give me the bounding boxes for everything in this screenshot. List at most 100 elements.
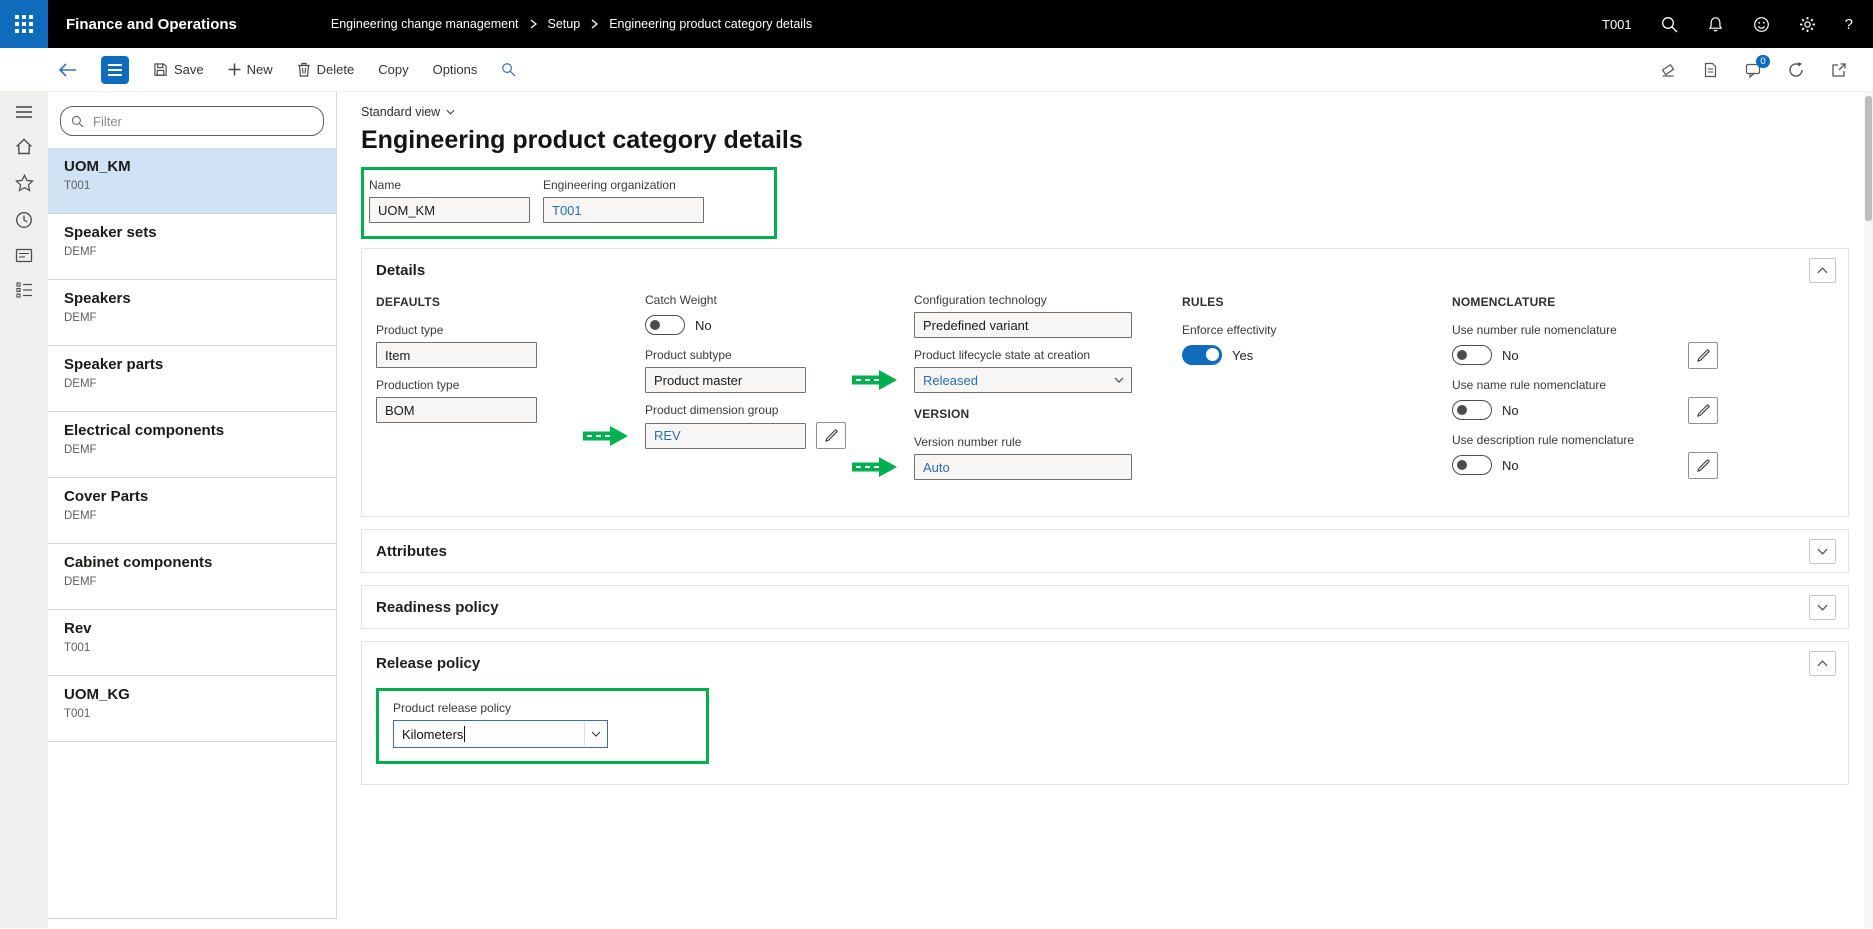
- list-item[interactable]: UOM_KG T001: [48, 676, 336, 742]
- options-button[interactable]: Options: [433, 62, 478, 77]
- notifications-bell-icon[interactable]: [1707, 16, 1724, 33]
- readiness-policy-expand-button[interactable]: [1809, 595, 1836, 620]
- details-collapse-button[interactable]: [1809, 258, 1836, 283]
- category-name: Rev: [64, 620, 320, 637]
- enforce-effectivity-toggle[interactable]: [1182, 345, 1222, 365]
- recent-clock-icon[interactable]: [15, 211, 33, 229]
- filter-box: [60, 106, 324, 136]
- attributes-section: Attributes: [361, 529, 1849, 573]
- breadcrumb-item-page[interactable]: Engineering product category details: [609, 17, 812, 31]
- product-dimension-group-edit-button[interactable]: [816, 422, 846, 449]
- search-icon[interactable]: [1661, 16, 1678, 33]
- new-button[interactable]: New: [228, 62, 273, 77]
- description-rule-edit-button[interactable]: [1688, 452, 1718, 479]
- copy-button[interactable]: Copy: [378, 62, 408, 77]
- enforce-effectivity-value: Yes: [1232, 348, 1253, 363]
- attributes-section-header[interactable]: Attributes: [362, 530, 1848, 572]
- list-item[interactable]: Cabinet components DEMF: [48, 544, 336, 610]
- production-type-field[interactable]: BOM: [376, 397, 537, 423]
- vertical-scrollbar: [1864, 92, 1873, 928]
- product-dimension-group-field[interactable]: REV: [645, 423, 806, 449]
- readiness-policy-section: Readiness policy: [361, 585, 1849, 629]
- list-item[interactable]: Speakers DEMF: [48, 280, 336, 346]
- list-item[interactable]: Electrical components DEMF: [48, 412, 336, 478]
- breadcrumb: Engineering change management Setup Engi…: [331, 17, 812, 31]
- catch-weight-toggle[interactable]: [645, 315, 685, 335]
- clear-personalization-icon[interactable]: [1660, 62, 1676, 78]
- help-icon[interactable]: ?: [1845, 16, 1853, 33]
- version-number-rule-link[interactable]: Auto: [923, 460, 950, 475]
- refresh-icon[interactable]: [1788, 62, 1804, 78]
- document-notes-icon[interactable]: [1703, 62, 1718, 78]
- number-rule-toggle[interactable]: [1452, 345, 1492, 365]
- home-icon[interactable]: [15, 138, 33, 155]
- details-section-header[interactable]: Details: [362, 249, 1848, 291]
- name-rule-label: Use name rule nomenclature: [1452, 378, 1834, 392]
- release-policy-collapse-button[interactable]: [1809, 651, 1836, 676]
- details-column-2: Catch Weight No Product subtype Product …: [645, 293, 914, 490]
- attributes-expand-button[interactable]: [1809, 539, 1836, 564]
- nomenclature-heading: NOMENCLATURE: [1452, 295, 1834, 313]
- settings-gear-icon[interactable]: [1799, 16, 1816, 33]
- details-section-title: Details: [376, 262, 425, 279]
- category-name: UOM_KM: [64, 158, 320, 175]
- configuration-technology-field[interactable]: Predefined variant: [914, 312, 1132, 338]
- scrollbar-thumb[interactable]: [1865, 96, 1872, 221]
- pencil-icon: [1697, 459, 1710, 472]
- open-in-new-window-icon[interactable]: [1831, 62, 1847, 78]
- command-search-icon[interactable]: [501, 62, 516, 77]
- breadcrumb-item-module[interactable]: Engineering change management: [331, 17, 519, 31]
- number-rule-edit-button[interactable]: [1688, 342, 1718, 369]
- pencil-icon: [1697, 349, 1710, 362]
- release-policy-section-title: Release policy: [376, 655, 480, 672]
- back-button[interactable]: [58, 63, 77, 77]
- list-item[interactable]: Rev T001: [48, 610, 336, 676]
- product-release-policy-dropdown-button[interactable]: [584, 722, 606, 746]
- company-picker[interactable]: T001: [1602, 17, 1632, 32]
- release-policy-section-header[interactable]: Release policy: [362, 642, 1848, 684]
- product-release-policy-value: Kilometers: [402, 727, 463, 742]
- product-subtype-field[interactable]: Product master: [645, 367, 806, 393]
- nav-rail: [0, 92, 48, 928]
- modules-list-icon[interactable]: [16, 282, 33, 298]
- command-bar-left: Save New Delete Copy Options: [58, 56, 516, 84]
- product-dimension-group-link[interactable]: REV: [654, 428, 681, 443]
- catch-weight-label: Catch Weight: [645, 293, 914, 307]
- attributes-section-title: Attributes: [376, 543, 447, 560]
- readiness-policy-section-header[interactable]: Readiness policy: [362, 586, 1848, 628]
- delete-button[interactable]: Delete: [297, 62, 355, 77]
- main-content: Standard view Engineering product catego…: [337, 92, 1873, 928]
- version-number-rule-field[interactable]: Auto: [914, 454, 1132, 480]
- lifecycle-state-combobox[interactable]: Released: [914, 367, 1132, 393]
- product-release-policy-combobox[interactable]: Kilometers: [393, 720, 608, 748]
- filter-input[interactable]: [91, 113, 313, 130]
- app-launcher-icon[interactable]: [0, 0, 48, 48]
- engineering-organization-field[interactable]: T001: [543, 197, 704, 223]
- name-rule-edit-button[interactable]: [1688, 397, 1718, 424]
- category-name: Electrical components: [64, 422, 320, 439]
- feedback-smiley-icon[interactable]: [1753, 16, 1770, 33]
- list-item[interactable]: Speaker parts DEMF: [48, 346, 336, 412]
- favorites-star-icon[interactable]: [15, 174, 34, 192]
- category-list-panel: UOM_KM T001 Speaker sets DEMF Speakers D…: [48, 92, 337, 919]
- name-input[interactable]: [369, 197, 530, 223]
- list-item[interactable]: UOM_KM T001: [48, 148, 336, 214]
- product-type-field[interactable]: Item: [376, 342, 537, 368]
- engineering-organization-field-group: Engineering organization T001: [543, 178, 704, 223]
- view-selector[interactable]: Standard view: [361, 105, 455, 119]
- list-item[interactable]: Speaker sets DEMF: [48, 214, 336, 280]
- navigation-pane-toggle[interactable]: [101, 56, 129, 84]
- name-rule-toggle[interactable]: [1452, 400, 1492, 420]
- breadcrumb-item-setup[interactable]: Setup: [548, 17, 581, 31]
- description-rule-toggle[interactable]: [1452, 455, 1492, 475]
- attachments-button[interactable]: 0: [1745, 62, 1761, 78]
- top-bar: Finance and Operations Engineering chang…: [0, 0, 1873, 48]
- lifecycle-state-label: Product lifecycle state at creation: [914, 348, 1182, 362]
- delete-label: Delete: [317, 62, 355, 77]
- name-field-group: Name: [369, 178, 530, 223]
- save-button[interactable]: Save: [153, 62, 204, 77]
- engineering-organization-link[interactable]: T001: [552, 203, 582, 218]
- hamburger-menu-icon[interactable]: [15, 105, 33, 119]
- workspaces-icon[interactable]: [15, 248, 33, 263]
- list-item[interactable]: Cover Parts DEMF: [48, 478, 336, 544]
